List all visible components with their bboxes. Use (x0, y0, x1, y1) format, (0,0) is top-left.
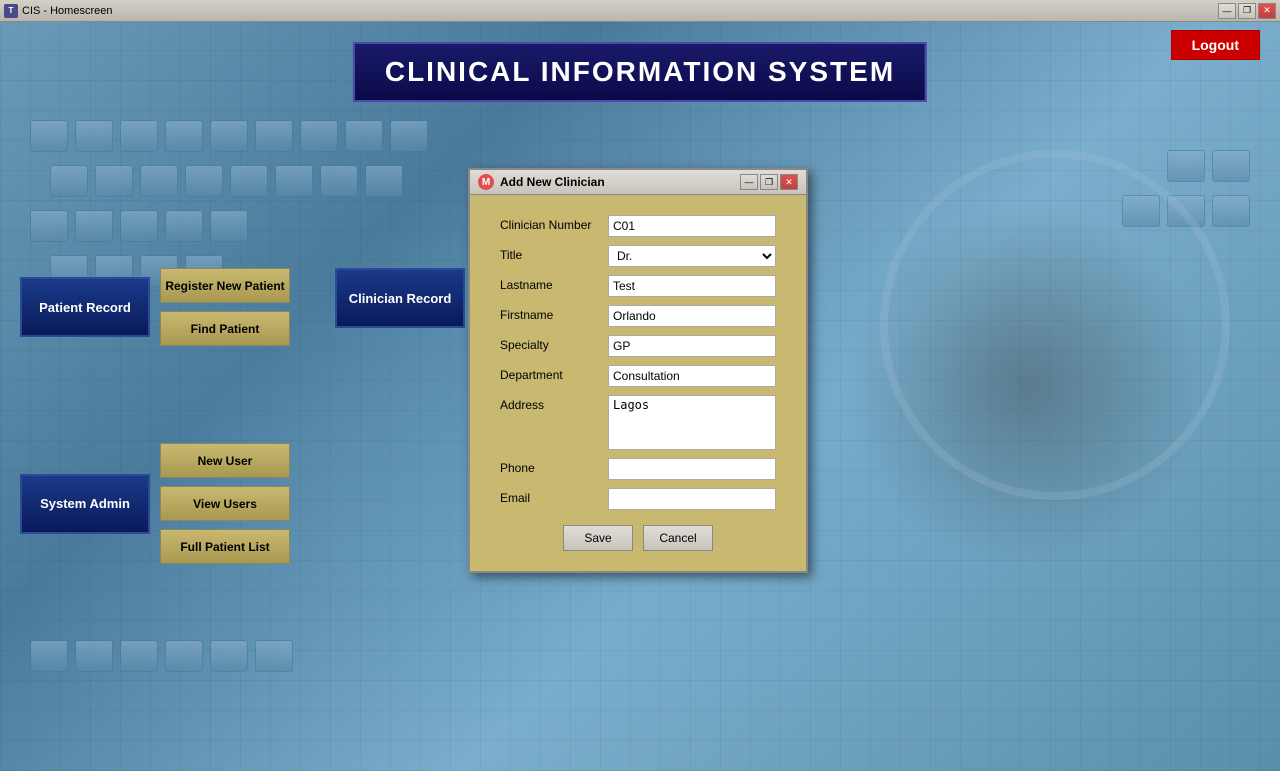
key-decor (1167, 150, 1205, 182)
key-decor (255, 120, 293, 152)
key-decor (185, 165, 223, 197)
view-users-button[interactable]: View Users (160, 486, 290, 521)
system-admin-section: System Admin New User View Users Full Pa… (20, 443, 290, 564)
key-decor (210, 120, 248, 152)
department-row: Department (500, 365, 776, 387)
add-new-clinician-modal: M Add New Clinician — ❐ ✕ Clinician Numb… (468, 168, 808, 573)
modal-app-icon: M (478, 174, 494, 190)
key-decor (320, 165, 358, 197)
key-decor (165, 210, 203, 242)
patient-sub-buttons: Register New Patient Find Patient (160, 268, 290, 346)
clinician-number-row: Clinician Number (500, 215, 776, 237)
title-bar-controls: — ❐ ✕ (1218, 3, 1276, 19)
email-row: Email (500, 488, 776, 510)
key-decor (275, 165, 313, 197)
key-decor (50, 165, 88, 197)
title-row: Title Dr. Mr. Mrs. Ms. Prof. (500, 245, 776, 267)
clinician-number-label: Clinician Number (500, 215, 600, 232)
lastname-input[interactable] (608, 275, 776, 297)
key-decor (165, 120, 203, 152)
patient-record-button[interactable]: Patient Record (20, 277, 150, 337)
modal-title-left: M Add New Clinician (478, 174, 605, 190)
new-user-button[interactable]: New User (160, 443, 290, 478)
modal-title-text: Add New Clinician (500, 175, 605, 189)
key-decor (140, 165, 178, 197)
modal-minimize-button[interactable]: — (740, 174, 758, 190)
patient-section: Patient Record Register New Patient Find… (20, 268, 290, 346)
title-bar-text: CIS - Homescreen (22, 5, 112, 17)
key-decor (120, 120, 158, 152)
key-decor (255, 640, 293, 672)
register-new-patient-button[interactable]: Register New Patient (160, 268, 290, 303)
address-input[interactable]: Lagos (608, 395, 776, 450)
stethoscope-decor (880, 150, 1230, 500)
full-patient-list-button[interactable]: Full Patient List (160, 529, 290, 564)
title-label: Title (500, 245, 600, 262)
firstname-input[interactable] (608, 305, 776, 327)
modal-body: Clinician Number Title Dr. Mr. Mrs. Ms. … (470, 195, 806, 571)
address-label: Address (500, 395, 600, 412)
key-decor (210, 640, 248, 672)
find-patient-button[interactable]: Find Patient (160, 311, 290, 346)
lastname-row: Lastname (500, 275, 776, 297)
close-button[interactable]: ✕ (1258, 3, 1276, 19)
modal-title-bar: M Add New Clinician — ❐ ✕ (470, 170, 806, 195)
main-title-banner: CLINICAL INFORMATION SYSTEM (353, 42, 927, 102)
phone-row: Phone (500, 458, 776, 480)
app-title: CLINICAL INFORMATION SYSTEM (353, 42, 927, 102)
specialty-input[interactable] (608, 335, 776, 357)
firstname-row: Firstname (500, 305, 776, 327)
cancel-button[interactable]: Cancel (643, 525, 713, 551)
title-select[interactable]: Dr. Mr. Mrs. Ms. Prof. (608, 245, 776, 267)
minimize-button[interactable]: — (1218, 3, 1236, 19)
modal-controls: — ❐ ✕ (740, 174, 798, 190)
clinician-record-button[interactable]: Clinician Record (335, 268, 465, 328)
key-decor (1212, 195, 1250, 227)
modal-close-button[interactable]: ✕ (780, 174, 798, 190)
firstname-label: Firstname (500, 305, 600, 322)
restore-button[interactable]: ❐ (1238, 3, 1256, 19)
address-row: Address Lagos (500, 395, 776, 450)
key-decor (30, 210, 68, 242)
key-decor (345, 120, 383, 152)
key-decor (1212, 150, 1250, 182)
key-decor (30, 640, 68, 672)
department-input[interactable] (608, 365, 776, 387)
key-decor (300, 120, 338, 152)
key-decor (75, 210, 113, 242)
key-decor (75, 120, 113, 152)
phone-label: Phone (500, 458, 600, 475)
key-decor (120, 640, 158, 672)
key-decor (165, 640, 203, 672)
logout-button[interactable]: Logout (1171, 30, 1260, 60)
key-decor (120, 210, 158, 242)
title-bar: T CIS - Homescreen — ❐ ✕ (0, 0, 1280, 22)
admin-sub-buttons: New User View Users Full Patient List (160, 443, 290, 564)
lastname-label: Lastname (500, 275, 600, 292)
save-button[interactable]: Save (563, 525, 633, 551)
phone-input[interactable] (608, 458, 776, 480)
key-decor (230, 165, 268, 197)
department-label: Department (500, 365, 600, 382)
form-actions: Save Cancel (500, 525, 776, 551)
title-bar-left: T CIS - Homescreen (4, 4, 112, 18)
key-decor (30, 120, 68, 152)
specialty-label: Specialty (500, 335, 600, 352)
clinician-number-input[interactable] (608, 215, 776, 237)
specialty-row: Specialty (500, 335, 776, 357)
key-decor (95, 165, 133, 197)
key-decor (365, 165, 403, 197)
system-admin-button[interactable]: System Admin (20, 474, 150, 534)
modal-restore-button[interactable]: ❐ (760, 174, 778, 190)
key-decor (390, 120, 428, 152)
key-decor (75, 640, 113, 672)
email-input[interactable] (608, 488, 776, 510)
app-icon: T (4, 4, 18, 18)
email-label: Email (500, 488, 600, 505)
key-decor (210, 210, 248, 242)
